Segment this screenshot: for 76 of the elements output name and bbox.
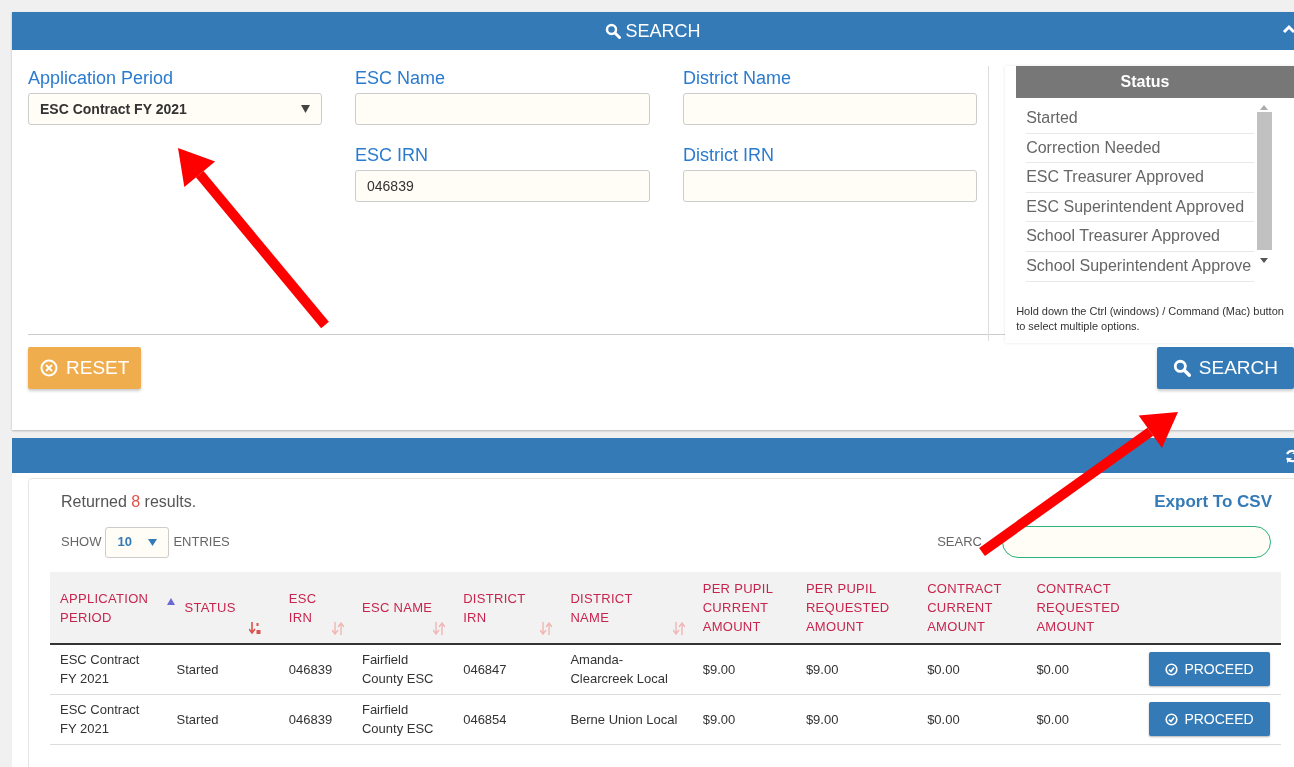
status-option[interactable]: Correction Needed	[1026, 133, 1255, 164]
cancel-icon	[40, 359, 58, 377]
field-label: District IRN	[683, 144, 775, 167]
status-option[interactable]: ESC Treasurer Approved	[1026, 163, 1255, 193]
chevron-up-icon[interactable]	[1282, 24, 1294, 34]
field-label: ESC IRN	[355, 144, 429, 167]
scroll-up-arrow[interactable]	[1260, 104, 1269, 110]
input-field[interactable]	[355, 93, 650, 125]
status-option[interactable]: ESC Superintendent Approved	[1026, 192, 1255, 223]
status-list-header: Status	[1016, 66, 1294, 98]
table-cell: Started	[176, 711, 219, 727]
table-cell: $9.00	[702, 661, 736, 677]
table-cell: 046847	[463, 661, 507, 677]
table-cell: Amanda-Clearcreek Local	[570, 652, 668, 687]
export-csv-link[interactable]: Export To CSV	[1154, 488, 1272, 514]
page-size-select[interactable]: 10	[105, 526, 170, 558]
table-cell: $0.00	[927, 711, 960, 727]
show-label: SHOW	[61, 533, 102, 552]
input-field[interactable]: 046839	[355, 170, 650, 202]
table-cell: Started	[176, 661, 219, 677]
table-cell: $0.00	[1036, 711, 1069, 727]
table-cell: Fairfield County ESC	[361, 652, 434, 687]
search-label: SEARC	[937, 533, 982, 552]
column-header[interactable]: APPLICATION PERIOD	[60, 588, 149, 627]
search-button[interactable]: SEARCH	[1156, 347, 1294, 389]
table-cell: Fairfield County ESC	[361, 702, 434, 736]
proceed-button[interactable]: PROCEED	[1149, 702, 1270, 736]
input-field[interactable]	[683, 93, 977, 125]
check-circle-icon	[1165, 712, 1179, 726]
column-header[interactable]: STATUS	[176, 598, 261, 617]
table-cell: $9.00	[702, 711, 736, 727]
results-summary: Returned 8 results.	[61, 492, 197, 512]
scroll-down-arrow[interactable]	[1260, 258, 1269, 264]
column-header[interactable]: ESC NAME	[361, 598, 436, 617]
sort-icon[interactable]	[248, 622, 261, 635]
table-cell: 046854	[463, 711, 507, 727]
table-cell: 046839	[288, 711, 333, 727]
input-field[interactable]	[683, 170, 977, 202]
sort-icon[interactable]	[433, 622, 446, 635]
panel-title: SEARCH	[625, 19, 701, 43]
column-header[interactable]: CONTRACT REQUESTED AMOUNT	[1036, 579, 1129, 636]
field-label: District Name	[683, 67, 792, 90]
sort-icon[interactable]	[672, 622, 685, 635]
table-cell: $9.00	[805, 711, 839, 727]
status-list[interactable]: Started Correction Needed ESC Treasurer Approved ESC Superintendent Approved School Treasurer Approved School Superintendent Approve	[1016, 98, 1294, 288]
scrollbar-thumb[interactable]	[1256, 112, 1272, 250]
table-cell: 046839	[288, 661, 333, 677]
field-label: ESC Name	[355, 67, 447, 90]
column-header[interactable]: DISTRICT NAME	[570, 588, 675, 627]
sort-icon[interactable]	[540, 622, 553, 635]
field-label: Application Period	[28, 67, 175, 90]
application-period-select[interactable]: ESC Contract FY 2021	[28, 93, 322, 125]
status-option[interactable]: Started	[1026, 104, 1255, 134]
entries-label: ENTRIES	[173, 533, 230, 552]
column-header[interactable]: CONTRACT CURRENT AMOUNT	[927, 579, 1009, 636]
table-cell: ESC Contract FY 2021	[60, 652, 140, 687]
caret-icon	[301, 105, 310, 113]
status-option[interactable]: School Superintendent Approve	[1026, 251, 1255, 282]
check-circle-icon	[1165, 662, 1179, 676]
status-option[interactable]: School Treasurer Approved	[1026, 222, 1255, 252]
table-cell: Berne Union Local	[570, 711, 678, 727]
sort-icon[interactable]	[331, 622, 344, 635]
table-cell: $0.00	[1036, 661, 1069, 677]
caret-icon	[148, 538, 158, 546]
status-hint: Hold down the Ctrl (windows) / Command (Mac) button to select multiple options.	[1016, 304, 1285, 334]
search-icon	[605, 23, 622, 39]
search-icon	[1172, 359, 1191, 377]
column-header[interactable]: PER PUPIL REQUESTED AMOUNT	[805, 579, 900, 636]
table-cell: $9.00	[805, 661, 839, 677]
table-cell: ESC Contract FY 2021	[60, 702, 140, 736]
table-search-field[interactable]	[1002, 526, 1271, 558]
column-header[interactable]: PER PUPIL CURRENT AMOUNT	[702, 579, 778, 636]
column-header[interactable]: ESC IRN	[288, 588, 334, 627]
table-cell: $0.00	[927, 661, 960, 677]
column-header[interactable]: DISTRICT IRN	[463, 588, 543, 627]
proceed-button[interactable]: PROCEED	[1149, 652, 1270, 687]
